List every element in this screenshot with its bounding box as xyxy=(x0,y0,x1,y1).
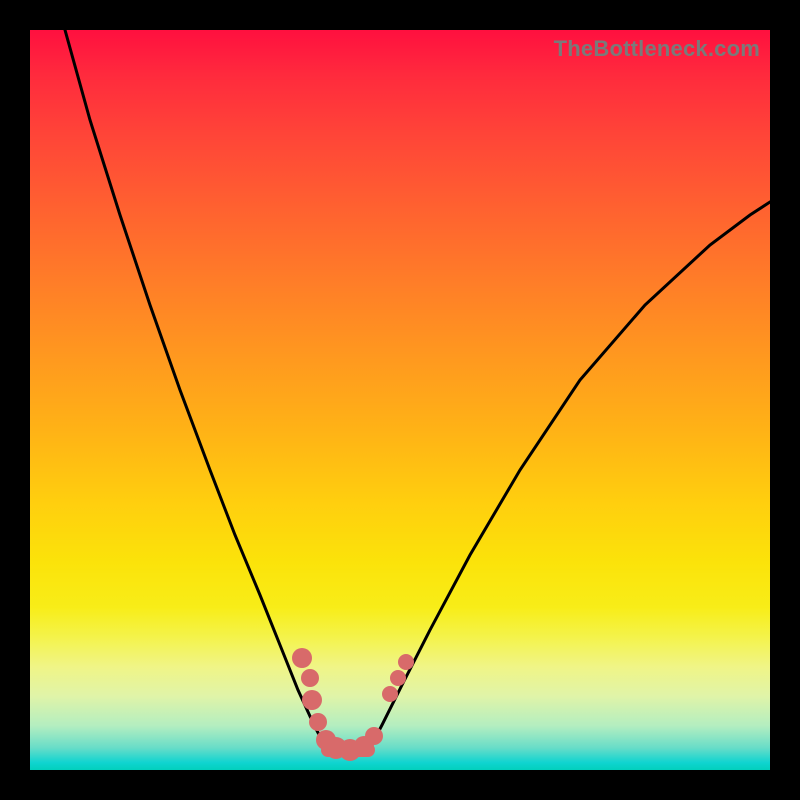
marker-dot xyxy=(302,690,322,710)
marker-dot xyxy=(382,686,398,702)
marker-dot xyxy=(301,669,319,687)
marker-dot xyxy=(292,648,312,668)
marker-dot xyxy=(390,670,406,686)
marker-cluster xyxy=(292,648,414,761)
marker-dot xyxy=(309,713,327,731)
curve-layer xyxy=(30,30,770,770)
outer-frame: TheBottleneck.com xyxy=(0,0,800,800)
marker-dot xyxy=(365,727,383,745)
marker-dot xyxy=(398,654,414,670)
curve-right-arm xyxy=(368,202,770,752)
plot-area: TheBottleneck.com xyxy=(30,30,770,770)
curve-left-arm xyxy=(65,30,328,752)
